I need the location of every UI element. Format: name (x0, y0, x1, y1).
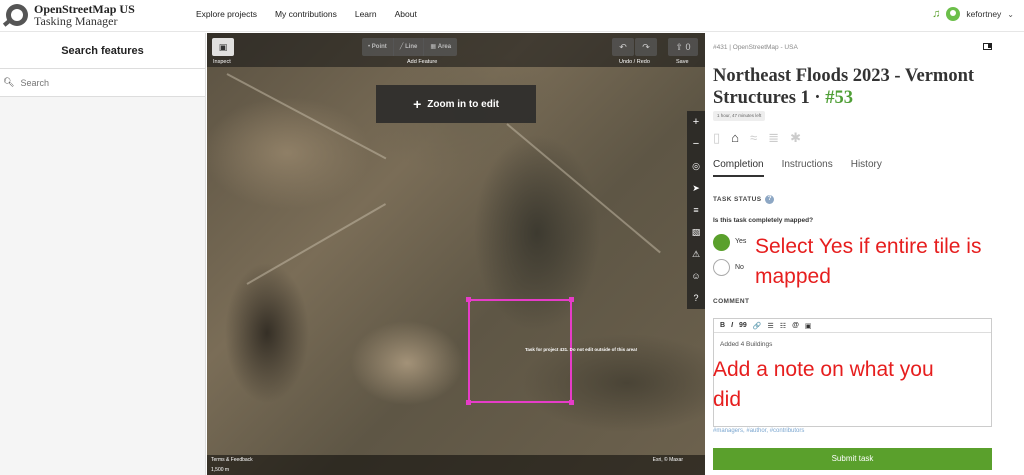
logo-icon (6, 4, 28, 26)
save-button[interactable]: ⇪ 0 (668, 38, 698, 56)
preferences-icon[interactable]: ☺ (687, 265, 705, 287)
locate-icon[interactable]: ➤ (687, 177, 705, 199)
comment-text[interactable]: Added 4 Buildings (720, 341, 772, 348)
numbered-list-icon[interactable]: ☷ (780, 322, 786, 330)
save-label: Save (676, 59, 689, 65)
username[interactable]: kefortney (966, 9, 1001, 19)
panel-toggle-icon[interactable] (983, 43, 992, 50)
zoom-banner-label: Zoom in to edit (427, 98, 499, 110)
nav-about[interactable]: About (395, 9, 417, 19)
add-feature-group: • Point ╱ Line ▦ Area (362, 38, 458, 56)
task-area-label: Task for project 431. Do not edit outsid… (525, 347, 638, 352)
imagery-credit: Esri, © Maxar (652, 457, 683, 463)
undo-button[interactable]: ↶ (612, 38, 634, 56)
zoom-in-to-edit-button[interactable]: + Zoom in to edit (376, 85, 536, 123)
add-line-button[interactable]: ╱ Line (394, 38, 425, 56)
undo-redo-label: Undo / Redo (619, 59, 650, 65)
tab-instructions[interactable]: Instructions (782, 159, 833, 177)
add-area-button[interactable]: ▦ Area (424, 38, 457, 56)
feature-search-panel: Search features 🔍︎ (0, 33, 206, 475)
radio-yes-label[interactable]: Yes (735, 238, 746, 245)
editor-toolbar: B I 99 🔗 ☰ ☷ @ ▣ (714, 319, 991, 333)
annotation-add-note: Add a note on what you did (713, 358, 934, 411)
logo-subtitle: Tasking Manager (34, 14, 118, 28)
map-road (506, 123, 661, 254)
add-point-button[interactable]: • Point (362, 38, 394, 56)
breadcrumb[interactable]: #431 | OpenStreetMap - USA (713, 44, 798, 51)
map-road (246, 203, 387, 285)
help-icon[interactable]: ? (687, 287, 705, 309)
document-icon: ▯ (713, 130, 721, 145)
asterisk-icon: ✱ (790, 130, 801, 145)
editor-toolbar: ▣ Inspect • Point ╱ Line ▦ Area Add Feat… (207, 33, 705, 67)
bell-icon[interactable]: ♫ (932, 8, 940, 20)
nav-learn[interactable]: Learn (355, 9, 377, 19)
add-feature-label: Add Feature (407, 59, 438, 65)
page-title: Northeast Floods 2023 - Vermont Structur… (713, 66, 975, 108)
map-controls: + − ◎ ➤ ≡ ▧ ⚠ ☺ ? (687, 111, 705, 309)
bullet-list-icon[interactable]: ☰ (768, 322, 774, 330)
terms-link[interactable]: Terms & Feedback (211, 457, 253, 463)
map-editor[interactable]: ▣ Inspect • Point ╱ Line ▦ Area Add Feat… (207, 33, 705, 475)
map-data-icon[interactable]: ▧ (687, 221, 705, 243)
radio-yes[interactable] (713, 234, 730, 251)
task-panel: #431 | OpenStreetMap - USA Northeast Flo… (713, 33, 1018, 475)
comment-heading: COMMENT (713, 298, 750, 305)
mapped-question: Is this task completely mapped? (713, 217, 814, 224)
image-icon[interactable]: ▣ (805, 322, 812, 330)
feature-type-icons: ▯ ⌂ ≈ ≣ ✱ (713, 130, 801, 146)
search-bar: 🔍︎ (0, 69, 205, 97)
layers-icon[interactable]: ≡ (687, 199, 705, 221)
link-icon[interactable]: 🔗 (753, 322, 762, 330)
task-status-heading: TASK STATUS ? (713, 195, 775, 204)
zoom-out-button[interactable]: − (687, 133, 705, 155)
zoom-to-selection-button[interactable]: ◎ (687, 155, 705, 177)
redo-button[interactable]: ↷ (635, 38, 657, 56)
nav-my-contributions[interactable]: My contributions (275, 9, 337, 19)
task-tabs: Completion Instructions History (713, 159, 882, 177)
submit-task-button[interactable]: Submit task (713, 448, 992, 470)
chevron-down-icon[interactable]: ⌄ (1007, 10, 1014, 19)
search-icon: 🔍︎ (3, 77, 15, 87)
inspect-button[interactable]: ▣ (212, 38, 234, 56)
tab-completion[interactable]: Completion (713, 159, 764, 177)
top-navbar: OpenStreetMap US Tasking Manager Explore… (0, 0, 1024, 32)
mention-icon[interactable]: @ (792, 322, 799, 329)
main-nav: Explore projects My contributions Learn … (196, 9, 417, 19)
search-input[interactable] (20, 77, 191, 88)
issues-icon[interactable]: ⚠ (687, 243, 705, 265)
quote-icon[interactable]: 99 (739, 322, 747, 329)
italic-icon[interactable]: I (731, 322, 733, 329)
tab-history[interactable]: History (851, 159, 882, 177)
mention-tags-hint[interactable]: #managers, #author, #contributors (713, 428, 804, 434)
avatar[interactable] (946, 7, 961, 21)
inspect-label: Inspect (213, 59, 231, 65)
zoom-in-button[interactable]: + (687, 111, 705, 133)
user-menu[interactable]: ♫ kefortney ⌄ (932, 7, 1014, 21)
building-icon: ⌂ (731, 130, 740, 145)
radio-no[interactable] (713, 259, 730, 276)
task-number: #53 (825, 88, 853, 108)
waterway-icon: ≈ (750, 130, 758, 145)
landuse-icon: ≣ (768, 130, 780, 145)
map-footer (207, 455, 705, 475)
time-left-badge: 1 hour, 47 minutes left (713, 111, 766, 121)
panel-title: Search features (0, 33, 205, 69)
scale-bar: 1,500 m (211, 467, 230, 473)
plus-icon: + (413, 96, 422, 112)
map-road (226, 73, 387, 160)
annotation-select-yes: Select Yes if entire tile is mapped (755, 235, 982, 288)
logo[interactable]: OpenStreetMap US Tasking Manager (6, 3, 135, 27)
bold-icon[interactable]: B (720, 322, 725, 329)
radio-no-label[interactable]: No (735, 264, 744, 271)
help-icon[interactable]: ? (765, 195, 775, 204)
nav-explore-projects[interactable]: Explore projects (196, 9, 257, 19)
